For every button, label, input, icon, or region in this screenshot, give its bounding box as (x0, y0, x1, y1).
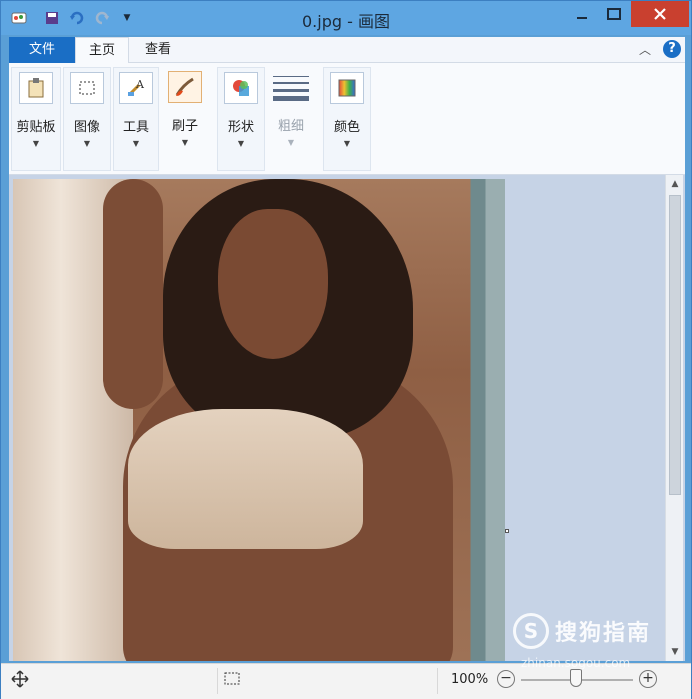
clipboard-icon (19, 72, 53, 104)
selection-size-icon (223, 670, 241, 691)
size-label: 粗细 (277, 119, 304, 134)
collapse-ribbon-icon[interactable]: ︿ (639, 41, 651, 58)
maximize-button[interactable] (599, 1, 629, 27)
watermark-text: 搜狗指南 (555, 621, 652, 646)
tools-icon: A (119, 72, 153, 104)
zoom-in-button[interactable]: + (639, 670, 657, 688)
clipboard-label: 剪贴板 (16, 120, 56, 135)
help-icon[interactable]: ? (663, 40, 681, 58)
line-size-icon (271, 71, 311, 103)
group-colors: 颜色 ▼ (323, 67, 371, 171)
group-clipboard: 剪贴板 ▼ (11, 67, 61, 171)
status-separator (437, 668, 438, 694)
paint-window: ▼ 0.jpg - 画图 文件 主页 查看 ︿ ? 剪贴板 ▼ 图像 ▼ A 工… (0, 0, 692, 699)
brushes-label: 刷子 (171, 119, 198, 134)
move-cursor-icon (11, 670, 29, 691)
colors-label: 颜色 (333, 120, 360, 135)
zoom-level: 100% (451, 672, 489, 687)
image-label: 图像 (73, 120, 100, 135)
ribbon-controls: ︿ ? (639, 40, 681, 58)
image-button[interactable]: 图像 ▼ (65, 68, 109, 168)
svg-text:A: A (135, 78, 145, 91)
status-separator (217, 668, 218, 694)
chevron-down-icon: ▼ (32, 139, 40, 148)
tab-home[interactable]: 主页 (75, 37, 129, 64)
colors-button[interactable]: 颜色 ▼ (325, 68, 369, 168)
tab-view[interactable]: 查看 (129, 37, 187, 63)
shapes-button[interactable]: 形状 ▼ (219, 68, 263, 168)
group-shapes: 形状 ▼ (217, 67, 265, 171)
canvas-area[interactable] (9, 175, 685, 661)
group-image: 图像 ▼ (63, 67, 111, 171)
ribbon: 剪贴板 ▼ 图像 ▼ A 工具 ▼ 刷子 ▼ 形状 ▼ 粗细 ▼ 颜色 ▼ (9, 63, 685, 175)
scroll-down-arrow[interactable]: ▼ (668, 645, 682, 659)
chevron-down-icon: ▼ (237, 139, 245, 148)
watermark-logo: S (513, 613, 549, 649)
zoom-out-button[interactable]: − (497, 670, 515, 688)
shapes-label: 形状 (227, 120, 254, 135)
shapes-icon (224, 72, 258, 104)
group-tools: A 工具 ▼ (113, 67, 159, 171)
brushes-button[interactable]: 刷子 ▼ (163, 67, 207, 167)
canvas-image[interactable] (13, 179, 505, 661)
chevron-down-icon: ▼ (343, 139, 351, 148)
tools-label: 工具 (122, 120, 149, 135)
select-icon (70, 72, 104, 104)
tab-file[interactable]: 文件 (9, 37, 75, 63)
title-bar: ▼ 0.jpg - 画图 (1, 1, 691, 35)
watermark-url: zhinan.sogou.com (521, 656, 631, 670)
group-brushes: 刷子 ▼ (161, 67, 211, 171)
group-size: 粗细 ▼ (267, 67, 317, 171)
chevron-down-icon: ▼ (287, 138, 295, 147)
chevron-down-icon: ▼ (181, 138, 189, 147)
tools-button[interactable]: A 工具 ▼ (114, 68, 158, 168)
vertical-scrollbar[interactable]: ▲ ▼ (665, 175, 683, 661)
ribbon-tabs: 文件 主页 查看 ︿ ? (9, 37, 685, 64)
zoom-slider-thumb[interactable] (570, 669, 582, 687)
photo-arm (103, 179, 163, 409)
palette-icon (330, 72, 364, 104)
size-button[interactable]: 粗细 ▼ (269, 67, 313, 167)
brush-icon (168, 71, 202, 103)
scroll-up-arrow[interactable]: ▲ (668, 177, 682, 191)
close-button[interactable] (631, 1, 689, 27)
minimize-button[interactable] (567, 1, 597, 27)
chevron-down-icon: ▼ (83, 139, 91, 148)
clipboard-button[interactable]: 剪贴板 ▼ (14, 68, 58, 168)
chevron-down-icon: ▼ (132, 139, 140, 148)
photo-face (218, 209, 328, 359)
scroll-thumb[interactable] (669, 195, 681, 495)
photo-subject (93, 179, 473, 661)
watermark: S 搜狗指南 (513, 613, 651, 649)
resize-handle-right[interactable] (505, 529, 509, 533)
photo-garment (128, 409, 363, 549)
